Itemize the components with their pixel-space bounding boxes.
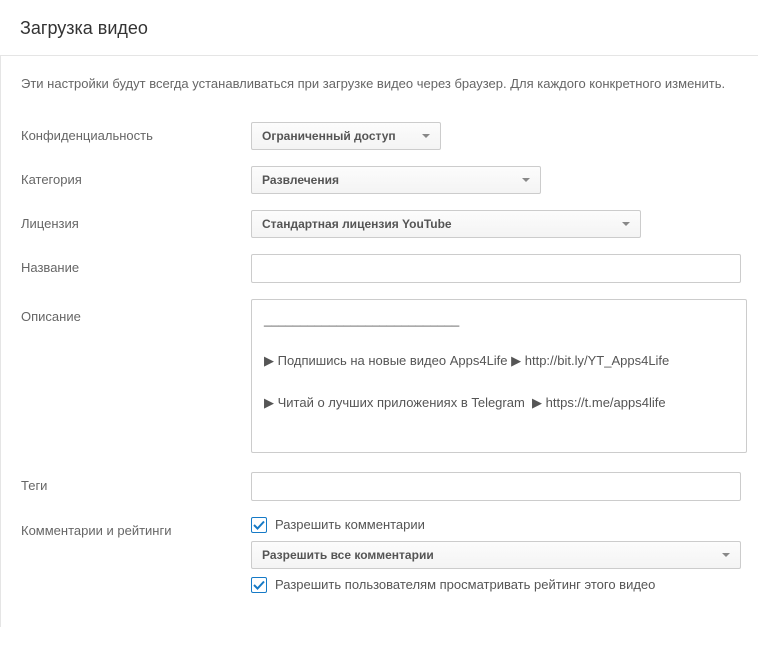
check-icon xyxy=(253,579,265,591)
privacy-field: Ограниченный доступ xyxy=(251,122,738,150)
settings-form: Эти настройки будут всегда устанавливать… xyxy=(0,56,758,627)
privacy-select[interactable]: Ограниченный доступ xyxy=(251,122,441,150)
category-label: Категория xyxy=(21,166,251,187)
comments-field: Разрешить комментарии Разрешить все комм… xyxy=(251,517,741,601)
row-category: Категория Развлечения xyxy=(21,166,738,194)
page-title: Загрузка видео xyxy=(20,18,738,39)
row-title: Название xyxy=(21,254,738,283)
check-icon xyxy=(253,519,265,531)
license-field: Стандартная лицензия YouTube xyxy=(251,210,738,238)
category-select[interactable]: Развлечения xyxy=(251,166,541,194)
caret-down-icon xyxy=(722,553,730,557)
allow-comments-checkbox[interactable] xyxy=(251,517,267,533)
comments-mode-value: Разрешить все комментарии xyxy=(262,548,434,562)
allow-comments-label: Разрешить комментарии xyxy=(275,517,425,532)
title-input[interactable] xyxy=(251,254,741,283)
allow-ratings-checkbox[interactable] xyxy=(251,577,267,593)
privacy-value: Ограниченный доступ xyxy=(262,129,396,143)
license-value: Стандартная лицензия YouTube xyxy=(262,217,452,231)
privacy-label: Конфиденциальность xyxy=(21,122,251,143)
description-textarea[interactable] xyxy=(251,299,747,453)
title-label: Название xyxy=(21,254,251,275)
allow-ratings-row: Разрешить пользователям просматривать ре… xyxy=(251,577,741,593)
tags-input[interactable] xyxy=(251,472,741,501)
comments-label: Комментарии и рейтинги xyxy=(21,517,251,538)
title-field-wrap xyxy=(251,254,741,283)
description-label: Описание xyxy=(21,299,251,324)
row-tags: Теги xyxy=(21,472,738,501)
allow-ratings-label: Разрешить пользователям просматривать ре… xyxy=(275,577,655,592)
license-select[interactable]: Стандартная лицензия YouTube xyxy=(251,210,641,238)
category-field: Развлечения xyxy=(251,166,738,194)
license-label: Лицензия xyxy=(21,210,251,231)
caret-down-icon xyxy=(522,178,530,182)
description-field-wrap xyxy=(251,299,747,456)
tags-label: Теги xyxy=(21,472,251,493)
row-privacy: Конфиденциальность Ограниченный доступ xyxy=(21,122,738,150)
row-description: Описание xyxy=(21,299,738,456)
tags-field-wrap xyxy=(251,472,741,501)
comments-mode-select[interactable]: Разрешить все комментарии xyxy=(251,541,741,569)
row-comments: Комментарии и рейтинги Разрешить коммент… xyxy=(21,517,738,601)
caret-down-icon xyxy=(422,134,430,138)
page-header: Загрузка видео xyxy=(0,0,758,56)
row-license: Лицензия Стандартная лицензия YouTube xyxy=(21,210,738,238)
caret-down-icon xyxy=(622,222,630,226)
allow-comments-row: Разрешить комментарии xyxy=(251,517,741,533)
intro-text: Эти настройки будут всегда устанавливать… xyxy=(21,74,738,94)
category-value: Развлечения xyxy=(262,173,339,187)
